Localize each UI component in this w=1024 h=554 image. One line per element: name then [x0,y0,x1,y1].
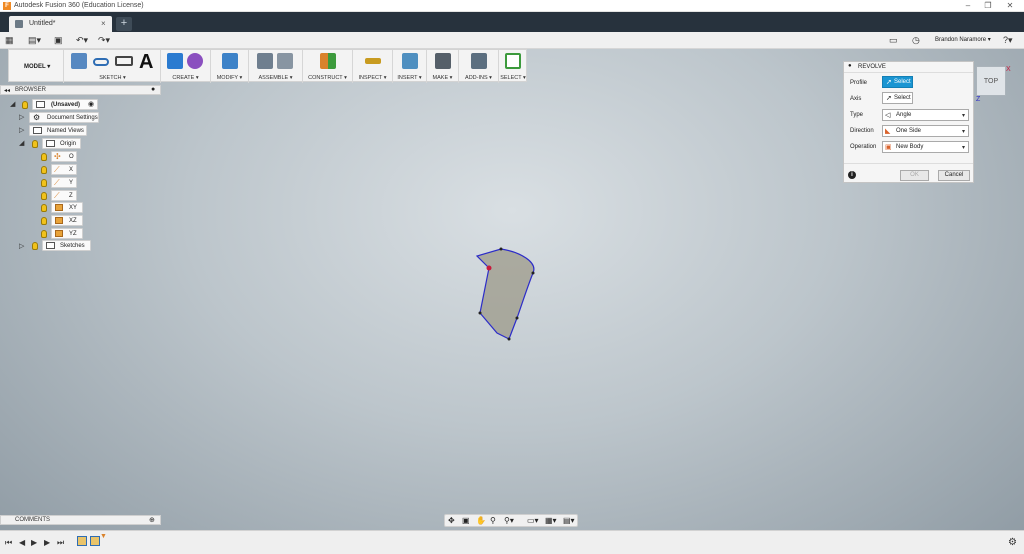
go-to-start-icon[interactable]: ⏮ [5,538,12,548]
one-side-icon: ◣ [885,128,891,135]
grid-settings-icon[interactable]: ▦▾ [545,516,557,525]
sketch-point[interactable] [507,337,511,341]
viewcube[interactable]: TOP [976,66,1006,96]
profile-select-button[interactable]: ➚ Select [882,76,913,88]
cursor-icon: ➚ [886,95,892,102]
dialog-header[interactable]: ● REVOLVE [844,62,973,73]
fit-zoom-icon[interactable]: ⚲▾ [504,516,514,525]
operation-dropdown[interactable]: ▣ New Body [882,141,969,153]
play-icon[interactable]: ▶ [31,538,37,547]
comments-toggle-icon[interactable]: ⊕ [149,516,155,524]
look-at-icon[interactable]: ▣ [462,516,470,525]
zoom-icon[interactable]: ⚲ [490,516,496,525]
operation-value: New Body [896,144,924,150]
comments-title: COMMENTS [15,517,50,523]
profile-label: Profile [850,80,868,86]
ok-button[interactable]: OK [900,170,929,181]
display-settings-icon[interactable]: ▭▾ [527,516,539,525]
go-to-end-icon[interactable]: ⏭ [57,538,64,548]
sketch-point[interactable] [515,316,519,320]
sketch-point[interactable] [499,247,503,251]
z-axis-indicator: Z [976,96,981,103]
dialog-divider [844,163,973,164]
type-value: Angle [896,112,912,118]
revolve-dialog: ● REVOLVE Profile ➚ Select Axis ➚ Select… [843,61,974,183]
profile-select-label: Select [894,79,911,85]
axis-label: Axis [850,96,862,102]
axis-select-label: Select [894,95,911,101]
direction-value: One Side [896,128,922,134]
sketch-profile[interactable] [475,248,535,340]
dialog-collapse-icon[interactable]: ● [848,63,852,69]
axis-select-button[interactable]: ➚ Select [882,92,913,104]
operation-label: Operation [850,144,877,150]
x-axis-indicator: X [1006,66,1011,73]
timeline-bar: ⏮ ◀ ▶ ▶ ⏭ ▼ ⚙ [0,530,1024,554]
viewports-icon[interactable]: ▤▾ [563,516,575,525]
direction-label: Direction [850,128,874,134]
step-back-icon[interactable]: ◀ [19,538,25,547]
timeline-marker-icon[interactable]: ▼ [100,533,107,540]
timeline-sketch-feature-icon[interactable] [90,536,100,546]
info-icon[interactable]: i [848,171,856,179]
direction-dropdown[interactable]: ◣ One Side [882,125,969,137]
orbit-icon[interactable]: ✥ [448,516,455,525]
timeline-sketch-feature-icon[interactable] [77,536,87,546]
new-body-icon: ▣ [885,144,892,151]
cursor-icon: ➚ [886,79,892,86]
cancel-button[interactable]: Cancel [938,170,970,181]
pan-hand-icon[interactable]: ✋ [476,516,486,525]
navigation-toolbar: ✥ ▣ ✋ ⚲ ⚲▾ ▭▾ ▦▾ ▤▾ [444,514,578,527]
comments-panel-header[interactable]: COMMENTS ⊕ [0,515,161,525]
dialog-title: REVOLVE [858,64,886,70]
sketch-point[interactable] [531,271,535,275]
sketch-origin-point[interactable] [486,265,492,271]
step-forward-icon[interactable]: ▶ [44,538,50,547]
angle-icon: ◁ [885,112,891,119]
type-dropdown[interactable]: ◁ Angle [882,109,969,121]
timeline-settings-gear-icon[interactable]: ⚙ [1008,537,1017,548]
sketch-point[interactable] [478,311,482,315]
type-label: Type [850,112,864,118]
